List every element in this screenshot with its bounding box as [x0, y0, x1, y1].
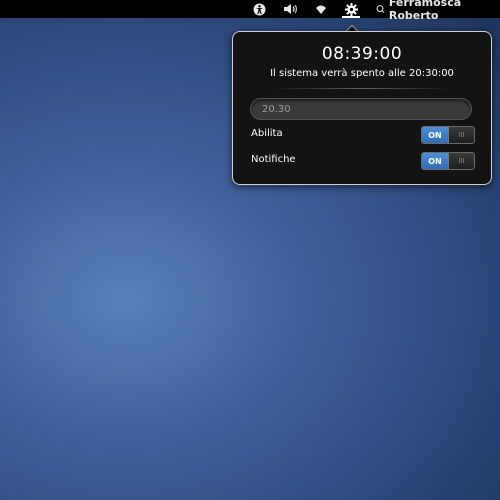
clock-display: 08:39:00	[321, 44, 403, 64]
switch-on-label: ON	[422, 127, 448, 143]
enable-switch[interactable]: ON III	[421, 126, 475, 144]
shutdown-message: Il sistema verrà spento alle 20:30:00	[270, 68, 454, 79]
switch-handle[interactable]: III	[448, 153, 474, 169]
user-menu[interactable]: Ferramosca Roberto	[376, 0, 500, 22]
switch-on-label: ON	[422, 153, 448, 169]
shutdown-timer-popup: 08:39:00 Il sistema verrà spento alle 20…	[232, 31, 492, 185]
wifi-icon[interactable]	[313, 2, 329, 16]
volume-icon[interactable]	[283, 2, 299, 16]
switch-handle[interactable]: III	[448, 127, 474, 143]
top-panel: Ferramosca Roberto	[0, 0, 500, 22]
gear-icon[interactable]	[342, 2, 360, 16]
active-indicator	[342, 16, 360, 18]
notifications-label: Notifiche	[251, 154, 296, 165]
accessibility-icon[interactable]	[252, 2, 266, 16]
status-icon	[376, 5, 385, 13]
shutdown-time-input[interactable]	[250, 98, 472, 120]
user-name: Ferramosca Roberto	[388, 0, 462, 22]
separator	[273, 88, 451, 89]
enable-label: Abilita	[251, 128, 283, 139]
notifications-switch[interactable]: ON III	[421, 152, 475, 170]
